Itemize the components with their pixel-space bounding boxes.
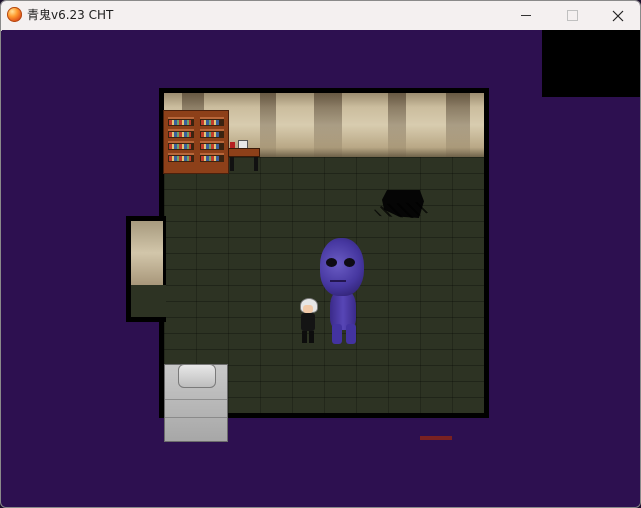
- ao-oni-eye: [344, 258, 355, 267]
- player-leg: [302, 331, 307, 343]
- alcove-wall: [131, 221, 163, 285]
- cabinet-shelf: [200, 153, 224, 162]
- close-icon: [612, 10, 624, 21]
- wall-stain: [388, 93, 406, 157]
- player-leg: [309, 331, 314, 343]
- cabinet-shelf: [200, 129, 224, 138]
- desk-leg: [254, 157, 258, 171]
- maximize-icon: [566, 10, 578, 21]
- desk[interactable]: [228, 140, 260, 172]
- ao-oni-leg: [346, 324, 356, 344]
- minimize-button[interactable]: [503, 1, 549, 30]
- cabinet-shelf: [200, 117, 224, 126]
- player-body: [301, 313, 315, 331]
- blanket-fold: [165, 399, 227, 400]
- ao-oni-leg: [332, 324, 342, 344]
- minimize-icon: [521, 15, 531, 16]
- dark-corner: [542, 30, 640, 97]
- title-bar[interactable]: 青鬼v6.23 CHT: [1, 1, 640, 31]
- bookcase[interactable]: [163, 110, 229, 174]
- alcove-floor: [131, 285, 166, 317]
- bookcase-shelf: [168, 153, 194, 162]
- wall-stain: [314, 93, 342, 157]
- door-mat: [420, 436, 452, 440]
- game-viewport[interactable]: [2, 30, 640, 507]
- maximize-button[interactable]: [549, 1, 595, 30]
- ao-oni-mouth: [330, 280, 346, 282]
- wall-stain: [260, 93, 276, 157]
- bed-pillow: [178, 364, 216, 388]
- game-window: 青鬼v6.23 CHT: [0, 0, 641, 508]
- ao-oni-monster: [318, 238, 368, 346]
- blanket-fold: [165, 417, 227, 418]
- bookcase-shelf: [168, 129, 194, 138]
- bookcase-shelf: [168, 141, 194, 150]
- ao-oni-head: [320, 238, 364, 296]
- desk-leg: [230, 157, 234, 171]
- close-button[interactable]: [595, 1, 640, 30]
- desk-top: [228, 148, 260, 157]
- bookcase-shelf: [168, 117, 194, 126]
- ao-oni-eye: [326, 258, 337, 267]
- player-character: [298, 298, 318, 344]
- cabinet-shelf: [200, 141, 224, 150]
- bed[interactable]: [164, 364, 228, 442]
- app-orb-icon: [7, 7, 22, 22]
- wall-stain: [446, 93, 470, 157]
- window-title: 青鬼v6.23 CHT: [27, 8, 114, 22]
- player-face: [303, 305, 313, 313]
